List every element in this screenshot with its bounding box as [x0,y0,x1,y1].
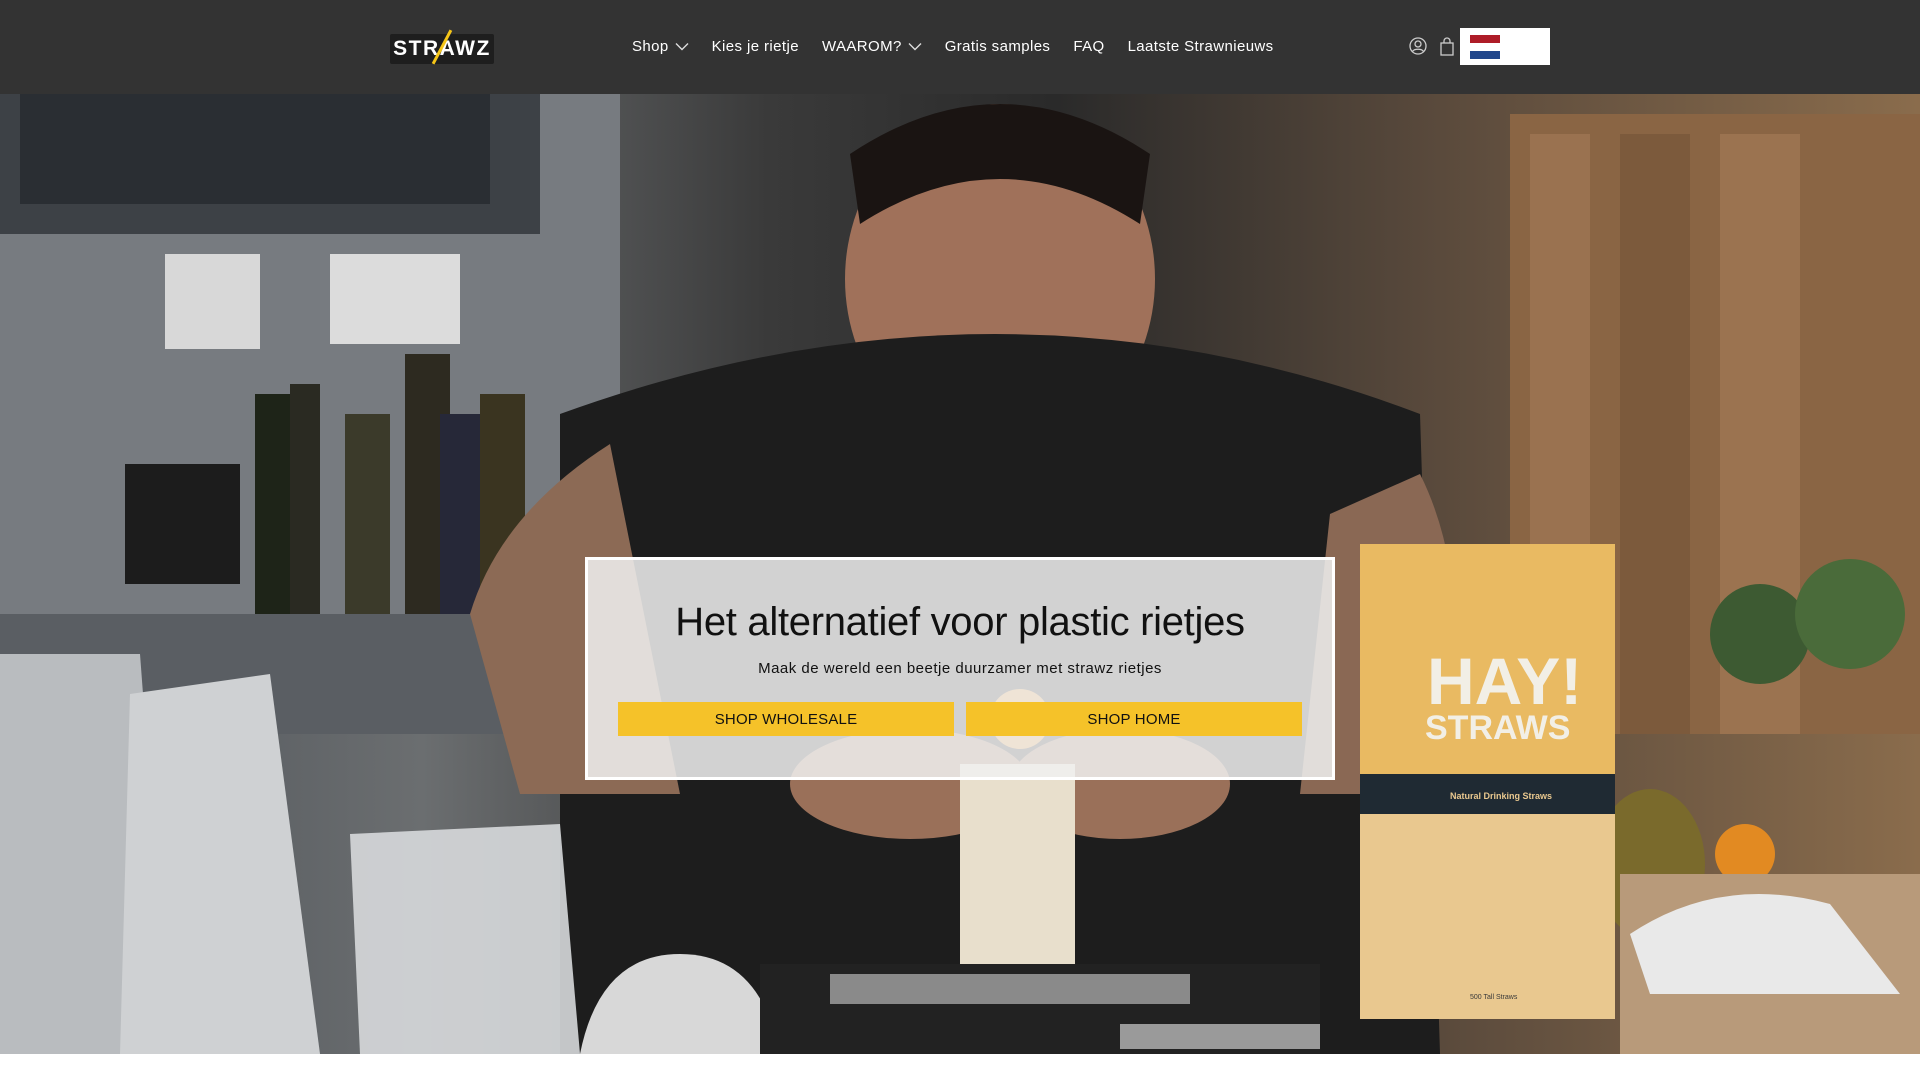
hero-overlay-card: Het alternatief voor plastic rietjes Maa… [585,557,1335,780]
package-bottom-text: 500 Tall Straws [1470,994,1518,1001]
nav-label-waarom: WAAROM? [821,37,902,55]
cart-icon[interactable] [1437,36,1457,56]
netherlands-flag-icon [1470,34,1500,59]
nav-item-gratis-samples[interactable]: Gratis samples [945,38,1051,55]
chevron-down-icon [908,42,922,50]
chevron-down-icon [675,42,689,50]
shop-home-button[interactable]: SHOP HOME [966,702,1302,736]
nav-label-kies-je-rietje: Kies je rietje [711,37,799,55]
nav-label-laatste-strawnieuws: Laatste Strawnieuws [1127,37,1274,55]
nav-item-laatste-strawnieuws[interactable]: Laatste Strawnieuws [1128,38,1274,55]
nav-item-waarom[interactable]: WAAROM? [822,38,922,55]
site-header: STRAWZ Shop Kies je rietje WAAROM? Grati… [0,0,1920,94]
nav-label-gratis-samples: Gratis samples [944,37,1051,55]
nav-label-faq: FAQ [1073,37,1105,55]
package-brand-line1: HAY! [1427,644,1582,718]
shop-wholesale-button[interactable]: SHOP WHOLESALE [618,702,954,736]
nav-item-shop[interactable]: Shop [632,38,689,55]
nav-label-shop: Shop [632,37,669,55]
strawz-logo[interactable]: STRAWZ [390,29,494,65]
main-nav: Shop Kies je rietje WAAROM? Gratis sampl… [632,34,1297,58]
language-selector[interactable] [1460,28,1550,65]
package-brand-line2: STRAWS [1425,709,1570,747]
nav-item-kies-je-rietje[interactable]: Kies je rietje [712,38,799,55]
hero-subtitle: Maak de wereld een beetje duurzamer met … [758,660,1162,677]
account-icon[interactable] [1408,36,1428,56]
header-icons [1408,36,1466,56]
package-band-text: Natural Drinking Straws [1450,791,1552,801]
hero-banner: HAY! STRAWS Natural Drinking Straws 500 … [0,94,1920,1054]
nav-item-faq[interactable]: FAQ [1073,38,1104,55]
hero-title: Het alternatief voor plastic rietjes [675,600,1245,644]
